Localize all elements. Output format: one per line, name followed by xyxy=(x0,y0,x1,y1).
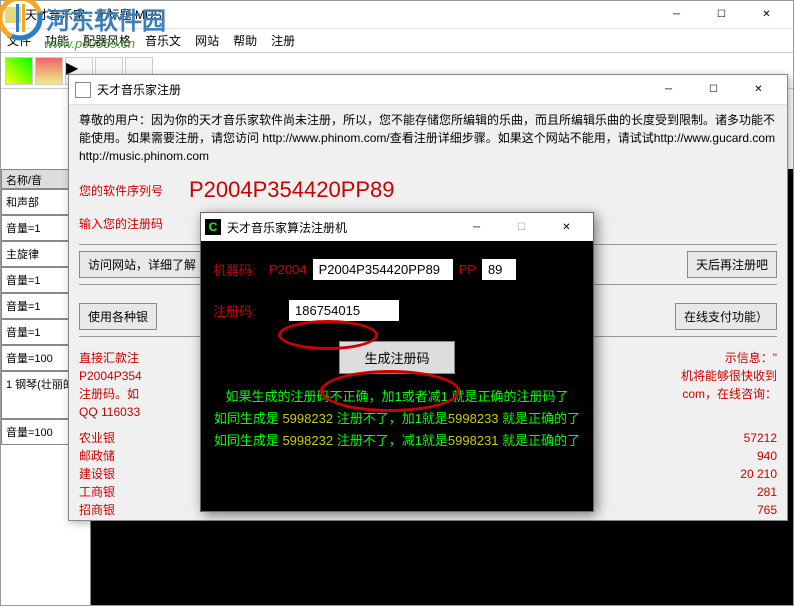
reg-minimize-button[interactable]: ─ xyxy=(646,76,691,104)
keygen-title: 天才音乐家算法注册机 xyxy=(227,219,454,236)
keygen-titlebar[interactable]: C 天才音乐家算法注册机 ─ ☐ ✕ xyxy=(201,213,593,241)
regno-label: 输入您的注册码 xyxy=(79,215,189,232)
serial-label: 您的软件序列号 xyxy=(79,182,189,199)
tool-2[interactable] xyxy=(35,57,63,85)
serial-value: P2004P354420PP89 xyxy=(189,177,395,203)
machine-code-prefix: P2004 xyxy=(269,262,307,277)
regcode-label: 注册码: xyxy=(213,301,289,320)
register-title: 天才音乐家注册 xyxy=(97,81,646,98)
minimize-button[interactable]: ─ xyxy=(654,1,699,29)
menu-style[interactable]: 配器风格 xyxy=(83,32,131,49)
register-notice: 尊敬的用户：因为你的天才音乐家软件尚未注册，所以，您不能存储您所编辑的乐曲，而且… xyxy=(79,111,777,165)
generate-button[interactable]: 生成注册码 xyxy=(339,341,454,374)
keygen-note: 如果生成的注册码不正确，加1或者减1 就是正确的注册码了 如同生成是 59982… xyxy=(213,386,581,452)
menu-file[interactable]: 文件 xyxy=(7,32,31,49)
maximize-button[interactable]: ☐ xyxy=(699,1,744,29)
main-title-text: 天才音乐家 - 无标题.MUS xyxy=(25,6,654,23)
reg-maximize-button[interactable]: ☐ xyxy=(691,76,736,104)
close-button[interactable]: ✕ xyxy=(744,1,789,29)
menu-register[interactable]: 注册 xyxy=(271,32,295,49)
menu-help[interactable]: 帮助 xyxy=(233,32,257,49)
pay-methods-button[interactable]: 使用各种银 xyxy=(79,303,157,330)
payment-info-right: 示信息：" 机将能够很快收到 com，在线咨询： 57212 940 20 21… xyxy=(681,349,777,519)
menu-func[interactable]: 功能 xyxy=(45,32,69,49)
tool-1[interactable] xyxy=(5,57,33,85)
machine-code-input[interactable] xyxy=(313,259,453,280)
menu-music[interactable]: 音乐文 xyxy=(145,32,181,49)
pp-input[interactable] xyxy=(482,259,516,280)
keygen-icon: C xyxy=(205,219,221,235)
register-icon xyxy=(75,82,91,98)
visit-site-button[interactable]: 访问网站，详细了解 xyxy=(79,251,205,278)
online-pay-button[interactable]: 在线支付功能） xyxy=(675,303,777,330)
later-button[interactable]: 天后再注册吧 xyxy=(687,251,777,278)
pp-label: PP xyxy=(459,262,476,277)
main-titlebar: 天才音乐家 - 无标题.MUS ─ ☐ ✕ xyxy=(1,1,793,29)
menubar: 文件 功能 配器风格 音乐文 网站 帮助 注册 xyxy=(1,29,793,53)
kg-minimize-button[interactable]: ─ xyxy=(454,213,499,241)
app-icon xyxy=(5,7,21,23)
kg-close-button[interactable]: ✕ xyxy=(544,213,589,241)
keygen-window: C 天才音乐家算法注册机 ─ ☐ ✕ 机器码: P2004 PP 注册码: 生成… xyxy=(200,212,594,512)
reg-close-button[interactable]: ✕ xyxy=(736,76,781,104)
regcode-input[interactable] xyxy=(289,300,399,321)
kg-maximize-button: ☐ xyxy=(499,213,544,241)
register-titlebar[interactable]: 天才音乐家注册 ─ ☐ ✕ xyxy=(69,75,787,105)
machine-code-label: 机器码: xyxy=(213,260,269,279)
menu-site[interactable]: 网站 xyxy=(195,32,219,49)
payment-info-left: 直接汇款注 P2004P354 注册码。如 QQ 116033 农业银 邮政储 … xyxy=(79,349,142,519)
